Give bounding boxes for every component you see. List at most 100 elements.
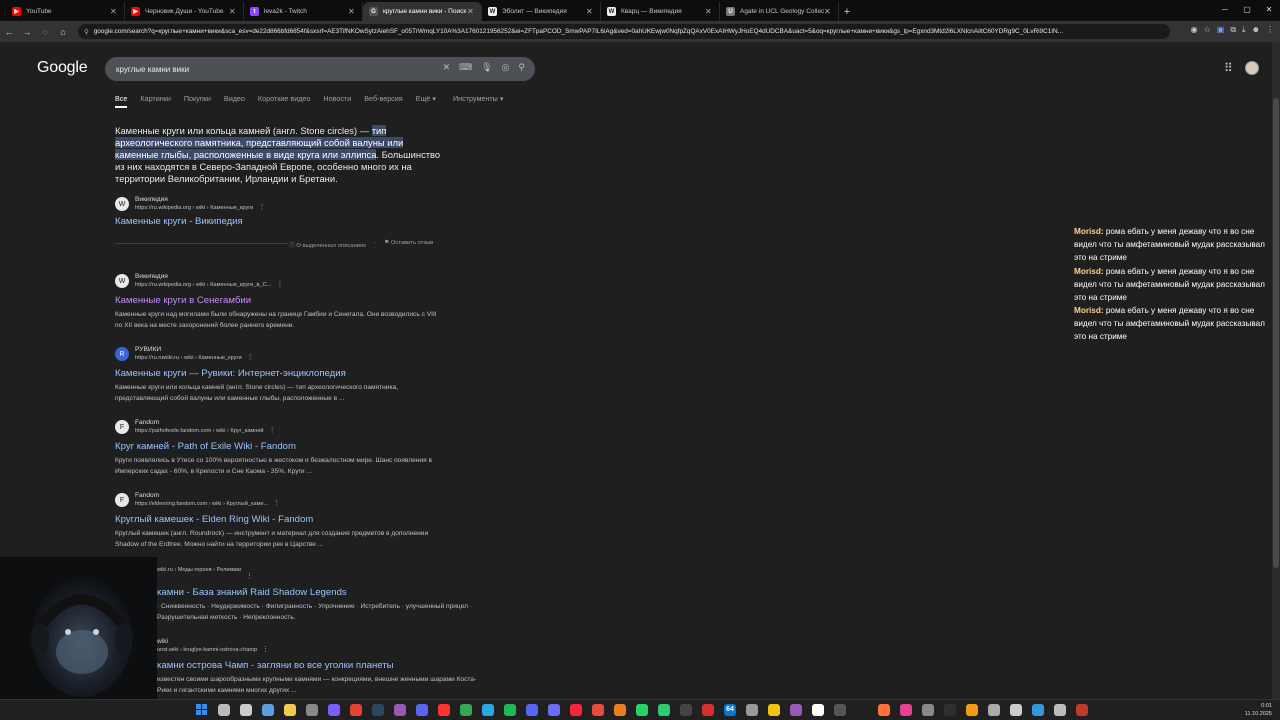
app-icon[interactable] [1032, 704, 1044, 716]
more-options-icon[interactable]: ⋮ [258, 203, 265, 211]
lens-icon[interactable]: ◎ [502, 62, 510, 73]
extensions-puzzle-icon[interactable]: ⧉ [1230, 25, 1236, 35]
music-icon[interactable] [570, 704, 582, 716]
avatar[interactable] [1245, 61, 1259, 75]
tab-1[interactable]: ▶ Черновик Души - YouTube ✕ [125, 2, 244, 21]
app-icon[interactable] [658, 704, 670, 716]
new-tab-button[interactable]: + [839, 2, 855, 21]
yandex-icon[interactable] [438, 704, 450, 716]
close-window-icon[interactable]: ✕ [1258, 0, 1280, 20]
app-icon[interactable] [548, 704, 560, 716]
terminal-icon[interactable] [306, 704, 318, 716]
scrollbar-thumb[interactable] [1273, 98, 1279, 568]
filter-tab[interactable]: Все [115, 94, 128, 108]
tab-0[interactable]: ▶ YouTube ✕ [6, 2, 125, 21]
tab-5[interactable]: W Кварц — Википедия ✕ [601, 2, 720, 21]
search-input[interactable]: круглые камни вики ✕ ⌨ 🎙 ◎ ⚲ [105, 57, 535, 81]
app-icon[interactable] [1076, 704, 1088, 716]
obs-icon[interactable] [944, 704, 956, 716]
app-icon[interactable] [812, 704, 824, 716]
tab-4[interactable]: W Эболит — Википедия ✕ [482, 2, 601, 21]
extension-icon[interactable]: ▣ [1217, 25, 1225, 35]
result-source[interactable]: R РУВИКИ https://ru.ruwiki.ru › wiki › Кам… [115, 346, 254, 361]
filter-tab[interactable]: Короткие видео [258, 94, 311, 108]
filter-tab[interactable]: Веб-версия [364, 94, 402, 108]
discord-icon[interactable] [526, 704, 538, 716]
filter-tab[interactable]: Новости [323, 94, 351, 108]
google-logo[interactable]: Google [37, 59, 88, 77]
filter-tab[interactable]: Инструменты ▾ [453, 94, 503, 108]
task-view-icon[interactable] [240, 704, 252, 716]
forward-icon[interactable]: → [18, 27, 36, 37]
app-icon[interactable] [768, 704, 780, 716]
filter-tab[interactable]: Покупки [184, 94, 211, 108]
app-icon[interactable] [328, 704, 340, 716]
tab-6[interactable]: U Agate in UCL Geology Collectio ✕ [720, 2, 839, 21]
scrollbar[interactable] [1272, 42, 1280, 699]
result-source[interactable]: F Fandom https://eldenring.fandom.com › wi… [115, 492, 280, 507]
app-icon[interactable] [1054, 704, 1066, 716]
app-icon[interactable] [790, 704, 802, 716]
close-tab-icon[interactable]: ✕ [229, 7, 237, 16]
filter-tab[interactable]: Ещё ▾ [416, 94, 436, 108]
downloads-icon[interactable]: ⤓ [1242, 25, 1246, 35]
app-icon[interactable] [746, 704, 758, 716]
result-title-link[interactable]: Каменные круги — Рувики: Интернет-энцикл… [115, 368, 346, 379]
feedback-about-link[interactable]: ⓘ О выделенных описаниях [289, 240, 366, 249]
result-source[interactable]: wiki.ru › Моды героев › Реликвии ⋮ [157, 565, 253, 580]
app-icon[interactable] [966, 704, 978, 716]
close-tab-icon[interactable]: ✕ [586, 7, 594, 16]
app-icon[interactable] [482, 704, 494, 716]
featured-source[interactable]: W Википедия https://ru.wikipedia.org › w… [115, 196, 265, 211]
close-tab-icon[interactable]: ✕ [467, 7, 475, 16]
bookmark-star-icon[interactable]: ☆ [1204, 25, 1211, 35]
address-bar[interactable]: ⚲ google.com/search?q=круглые+камни+вики… [78, 24, 1170, 39]
more-options-icon[interactable]: ⋮ [273, 499, 280, 507]
whatsapp-icon[interactable] [636, 704, 648, 716]
more-options-icon[interactable]: ⋮ [247, 353, 254, 361]
app-icon[interactable] [988, 704, 1000, 716]
close-tab-icon[interactable]: ✕ [705, 7, 713, 16]
search-icon[interactable] [218, 704, 230, 716]
close-tab-icon[interactable]: ✕ [824, 7, 832, 16]
result-title-link[interactable]: Круг камней - Path of Exile Wiki - Fando… [115, 441, 296, 452]
widgets-icon[interactable] [262, 704, 274, 716]
result-title-link[interactable]: камни - База знаний Raid Shadow Legends [157, 587, 347, 598]
system-clock[interactable]: 0:01 11.10.2025 [1245, 702, 1272, 718]
filter-tab[interactable]: Картинки [140, 94, 170, 108]
profile-icon[interactable]: ☻ [1252, 25, 1260, 35]
mic-icon[interactable]: 🎙 [481, 62, 492, 73]
menu-kebab-icon[interactable]: ⋮ [1266, 25, 1274, 35]
close-tab-icon[interactable]: ✕ [348, 7, 356, 16]
chrome-icon[interactable] [460, 704, 472, 716]
result-source[interactable]: wiki unst.wiki › kruglye-kamni-ostrova-ch… [157, 638, 269, 653]
app-icon[interactable] [834, 704, 846, 716]
chrome-icon[interactable] [350, 704, 362, 716]
spotify-icon[interactable] [504, 704, 516, 716]
result-title-link[interactable]: Круглый камешек - Elden Ring Wiki - Fand… [115, 514, 313, 525]
filter-tab[interactable]: Видео [224, 94, 245, 108]
tab-2[interactable]: t leva2k - Twitch ✕ [244, 2, 363, 21]
result-title-link[interactable]: Каменные круги в Сенегамбии [115, 295, 251, 306]
app-icon[interactable] [702, 704, 714, 716]
discord-icon[interactable] [416, 704, 428, 716]
app-icon[interactable] [900, 704, 912, 716]
terminal-icon[interactable] [680, 704, 692, 716]
more-options-icon[interactable]: ⋮ [262, 645, 269, 653]
more-options-icon[interactable]: ⋮ [276, 280, 283, 288]
tab-3[interactable]: Gкруглые камни вики - Поиск в ✕ [363, 2, 482, 21]
more-options-icon[interactable]: ⋮ [269, 426, 276, 434]
result-title-link[interactable]: камни острова Чамп - загляни во все угол… [157, 660, 394, 671]
app-icon[interactable] [614, 704, 626, 716]
featured-link[interactable]: Каменные круги - Википедия [115, 216, 243, 227]
result-source[interactable]: F Fandom https://pathofexile.fandom.com › … [115, 419, 276, 434]
more-options-icon[interactable]: ⋮ [246, 572, 253, 580]
maximize-icon[interactable]: ▢ [1236, 0, 1258, 20]
location-icon[interactable]: ◉ [1191, 25, 1198, 35]
site-info-icon[interactable]: ⚲ [84, 28, 89, 36]
keyboard-icon[interactable]: ⌨ [459, 62, 472, 73]
steam-icon[interactable] [372, 704, 384, 716]
start-icon[interactable] [196, 704, 208, 716]
firefox-icon[interactable] [878, 704, 890, 716]
result-source[interactable]: W Википедия https://ru.wikipedia.org › wik… [115, 273, 283, 288]
